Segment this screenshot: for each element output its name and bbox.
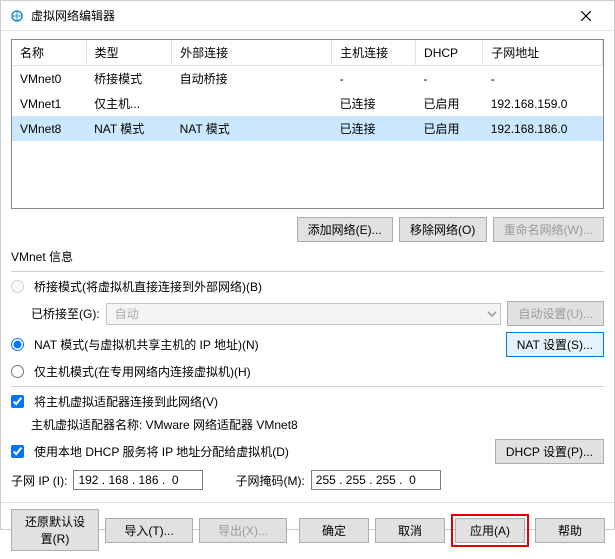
cell-ext: NAT 模式 xyxy=(172,116,332,141)
bridged-to-select: 自动 xyxy=(106,303,502,325)
cell-dhcp: - xyxy=(416,66,483,92)
cancel-button[interactable]: 取消 xyxy=(375,518,445,543)
cell-subnet: 192.168.159.0 xyxy=(483,91,603,116)
cell-host: 已连接 xyxy=(332,116,416,141)
bridged-to-label: 已桥接至(G): xyxy=(31,305,100,322)
cell-ext xyxy=(172,91,332,116)
subnet-mask-input[interactable] xyxy=(311,470,441,490)
cell-type: 桥接模式 xyxy=(86,66,172,92)
vmnet-info-section: 桥接模式(将虚拟机直接连接到外部网络)(B) 已桥接至(G): 自动 自动设置(… xyxy=(11,271,604,490)
titlebar: 虚拟网络编辑器 xyxy=(1,1,614,31)
subnet-ip-label: 子网 IP (I): xyxy=(11,472,67,489)
import-button[interactable]: 导入(T)... xyxy=(105,518,193,543)
cell-subnet: - xyxy=(483,66,603,92)
adapter-name-label: 主机虚拟适配器名称: VMware 网络适配器 VMnet8 xyxy=(31,416,298,433)
cell-ext: 自动桥接 xyxy=(172,66,332,92)
restore-defaults-button[interactable]: 还原默认设置(R) xyxy=(11,509,99,551)
hostonly-label: 仅主机模式(在专用网络内连接虚拟机)(H) xyxy=(34,363,251,380)
apply-highlight: 应用(A) xyxy=(451,514,529,547)
ok-button[interactable]: 确定 xyxy=(299,518,369,543)
cell-name: VMnet8 xyxy=(12,116,86,141)
bridge-radio xyxy=(11,280,24,293)
col-name[interactable]: 名称 xyxy=(12,40,86,66)
nat-radio[interactable] xyxy=(11,338,24,351)
table-row[interactable]: VMnet8NAT 模式NAT 模式已连接已启用192.168.186.0 xyxy=(12,116,603,141)
apply-button[interactable]: 应用(A) xyxy=(455,518,525,543)
close-icon xyxy=(581,11,591,21)
cell-name: VMnet0 xyxy=(12,66,86,92)
help-button[interactable]: 帮助 xyxy=(535,518,605,543)
remove-network-button[interactable]: 移除网络(O) xyxy=(399,217,487,242)
bridge-label: 桥接模式(将虚拟机直接连接到外部网络)(B) xyxy=(34,278,262,295)
net-buttons-row: 添加网络(E)... 移除网络(O) 重命名网络(W)... xyxy=(11,217,604,242)
col-ext[interactable]: 外部连接 xyxy=(172,40,332,66)
connect-host-label: 将主机虚拟适配器连接到此网络(V) xyxy=(34,393,218,410)
cell-name: VMnet1 xyxy=(12,91,86,116)
cell-dhcp: 已启用 xyxy=(416,91,483,116)
bottom-bar: 还原默认设置(R) 导入(T)... 导出(X)... 确定 取消 应用(A) … xyxy=(1,502,614,559)
export-button: 导出(X)... xyxy=(199,518,287,543)
window-title: 虚拟网络编辑器 xyxy=(31,7,566,24)
hostonly-radio[interactable] xyxy=(11,365,24,378)
connect-host-checkbox[interactable] xyxy=(11,395,24,408)
table-row[interactable]: VMnet1仅主机... 已连接已启用192.168.159.0 xyxy=(12,91,603,116)
col-dhcp[interactable]: DHCP xyxy=(416,40,483,66)
col-host[interactable]: 主机连接 xyxy=(332,40,416,66)
network-table[interactable]: 名称 类型 外部连接 主机连接 DHCP 子网地址 VMnet0桥接模式自动桥接… xyxy=(11,39,604,209)
col-type[interactable]: 类型 xyxy=(86,40,172,66)
dhcp-settings-button[interactable]: DHCP 设置(P)... xyxy=(495,439,604,464)
close-button[interactable] xyxy=(566,1,606,31)
cell-dhcp: 已启用 xyxy=(416,116,483,141)
rename-network-button: 重命名网络(W)... xyxy=(493,217,604,242)
col-subnet[interactable]: 子网地址 xyxy=(483,40,603,66)
table-row[interactable]: VMnet0桥接模式自动桥接--- xyxy=(12,66,603,92)
cell-host: 已连接 xyxy=(332,91,416,116)
add-network-button[interactable]: 添加网络(E)... xyxy=(297,217,393,242)
use-dhcp-checkbox[interactable] xyxy=(11,445,24,458)
auto-set-button: 自动设置(U)... xyxy=(507,301,604,326)
use-dhcp-label: 使用本地 DHCP 服务将 IP 地址分配给虚拟机(D) xyxy=(34,443,289,460)
nat-settings-button[interactable]: NAT 设置(S)... xyxy=(506,332,604,357)
nat-label: NAT 模式(与虚拟机共享主机的 IP 地址)(N) xyxy=(34,336,259,353)
vmnet-info-label: VMnet 信息 xyxy=(11,248,604,265)
app-icon xyxy=(9,8,25,24)
cell-type: NAT 模式 xyxy=(86,116,172,141)
cell-type: 仅主机... xyxy=(86,91,172,116)
cell-host: - xyxy=(332,66,416,92)
cell-subnet: 192.168.186.0 xyxy=(483,116,603,141)
subnet-ip-input[interactable] xyxy=(73,470,203,490)
subnet-mask-label: 子网掩码(M): xyxy=(235,472,304,489)
